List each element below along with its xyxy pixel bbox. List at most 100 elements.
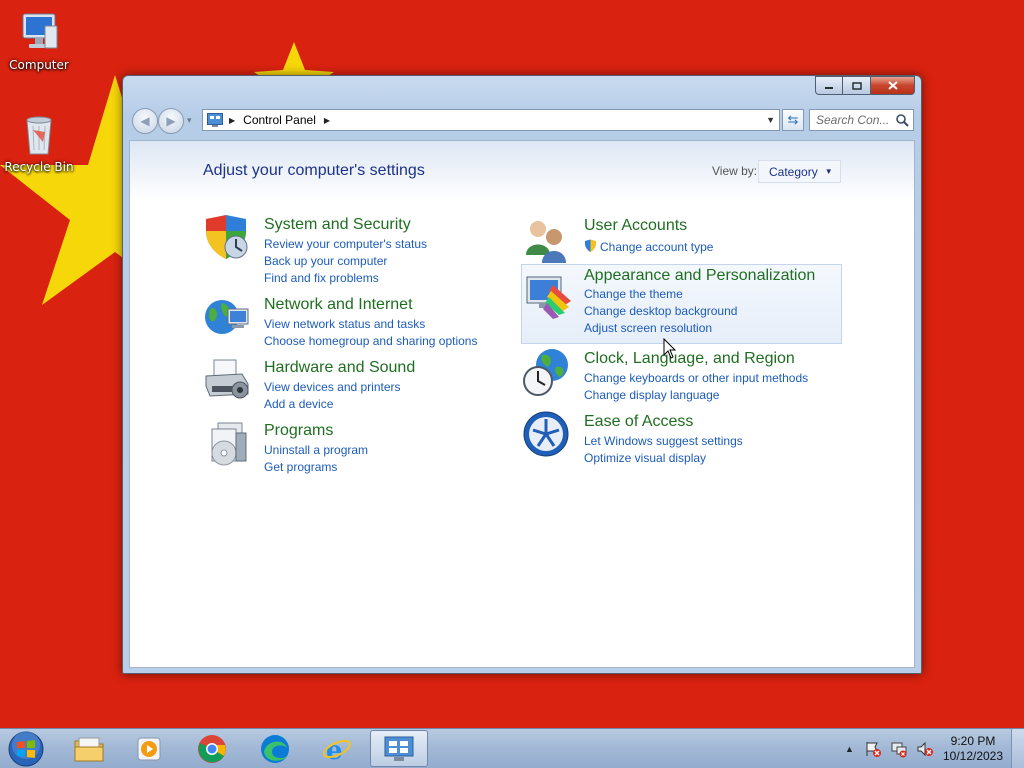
back-arrow-icon: ◀: [140, 114, 150, 128]
control-panel-window: ◀ ▶ ▾ ▶ Control Panel ▶ ▼ ⇆ Adjust your …: [122, 75, 922, 674]
shield-icon: [206, 215, 248, 259]
category-network-and-internet: Network and Internet View network status…: [202, 293, 502, 348]
view-by-value: Category: [769, 164, 818, 179]
minimize-button[interactable]: [815, 76, 843, 95]
search-input[interactable]: [816, 113, 898, 127]
category-link[interactable]: Choose homegroup and sharing options: [264, 334, 477, 348]
taskbar-chrome[interactable]: [183, 730, 241, 767]
network-globe-icon: [205, 300, 249, 334]
breadcrumb-control-panel[interactable]: Control Panel: [243, 113, 316, 127]
taskbar-control-panel[interactable]: [370, 730, 428, 767]
category-link[interactable]: Change desktop background: [584, 304, 737, 318]
mouse-cursor-icon: [663, 338, 677, 359]
taskbar-file-explorer[interactable]: [60, 730, 118, 767]
category-link[interactable]: Review your computer's status: [264, 237, 427, 251]
clock-globe-icon: [523, 349, 568, 396]
category-system-and-security: System and Security Review your computer…: [202, 213, 502, 285]
category-link[interactable]: Get programs: [264, 460, 337, 474]
category-title[interactable]: Clock, Language, and Region: [584, 350, 795, 368]
internet-explorer-icon: e: [323, 736, 351, 764]
desktop-icon-computer[interactable]: Computer: [1, 8, 77, 72]
recycle-bin-icon: [26, 116, 52, 155]
forward-button[interactable]: ▶: [158, 108, 184, 134]
control-panel-content: Adjust your computer's settings View by:…: [129, 140, 915, 668]
category-programs: Programs Uninstall a program Get program…: [202, 419, 502, 474]
category-link[interactable]: View devices and printers: [264, 380, 401, 394]
forward-arrow-icon: ▶: [166, 114, 176, 128]
desktop-icon-label: Recycle Bin: [4, 160, 74, 174]
taskbar-edge[interactable]: [246, 730, 304, 767]
taskbar-media-player[interactable]: [120, 730, 178, 767]
clock-date: 10/12/2023: [942, 749, 1004, 763]
category-link[interactable]: Add a device: [264, 397, 333, 411]
category-link[interactable]: Optimize visual display: [584, 451, 706, 465]
category-link[interactable]: Change keyboards or other input methods: [584, 371, 808, 385]
minimize-icon: [825, 86, 833, 89]
start-button[interactable]: [4, 730, 48, 768]
monitor-palette-icon: [526, 276, 571, 319]
category-user-accounts: User Accounts Change account type: [522, 215, 842, 263]
category-title[interactable]: Ease of Access: [584, 413, 693, 431]
action-center-flag-icon[interactable]: [864, 740, 882, 758]
show-hidden-icons-icon[interactable]: ▲: [845, 744, 854, 754]
view-by-label: View by:: [712, 164, 758, 178]
category-link[interactable]: Let Windows suggest settings: [584, 434, 743, 448]
address-dropdown-icon[interactable]: ▼: [766, 115, 775, 125]
edge-icon: [261, 734, 289, 763]
category-link[interactable]: Back up your computer: [264, 254, 387, 268]
programs-icon: [211, 422, 247, 466]
category-title[interactable]: System and Security: [264, 216, 411, 234]
desktop-icon-recycle-bin[interactable]: Recycle Bin: [1, 110, 77, 174]
navigation-bar: ◀ ▶ ▾ ▶ Control Panel ▶ ▼ ⇆: [130, 108, 916, 134]
maximize-icon: [851, 81, 862, 90]
control-panel-icon: [207, 113, 223, 127]
users-icon: [526, 221, 566, 263]
volume-muted-icon[interactable]: [916, 740, 934, 758]
recent-pages-dropdown[interactable]: ▾: [187, 115, 192, 126]
category-link[interactable]: Uninstall a program: [264, 443, 368, 457]
clock-time: 9:20 PM: [950, 734, 996, 748]
close-icon: [887, 81, 898, 90]
uac-shield-icon: [585, 239, 596, 252]
refresh-button[interactable]: ⇆: [782, 109, 804, 131]
category-link[interactable]: Adjust screen resolution: [584, 321, 712, 335]
category-link[interactable]: Change display language: [584, 388, 719, 402]
control-panel-icon: [384, 736, 414, 761]
breadcrumb-separator-icon: ▶: [229, 115, 236, 125]
show-desktop-button[interactable]: [1011, 729, 1024, 768]
breadcrumb-separator-icon[interactable]: ▶: [324, 116, 330, 125]
search-box[interactable]: [809, 109, 914, 131]
windows-start-icon: [8, 731, 44, 767]
system-tray: ▲: [845, 729, 942, 768]
network-icon[interactable]: [890, 740, 908, 758]
window-controls: [815, 76, 915, 95]
category-clock-language-region: Clock, Language, and Region Change keybo…: [522, 347, 842, 402]
back-button[interactable]: ◀: [132, 108, 158, 134]
category-title[interactable]: Network and Internet: [264, 296, 413, 314]
category-title[interactable]: Programs: [264, 422, 333, 440]
maximize-button[interactable]: [843, 76, 871, 95]
category-title[interactable]: Appearance and Personalization: [584, 267, 815, 285]
category-title[interactable]: Hardware and Sound: [264, 359, 415, 377]
taskbar-internet-explorer[interactable]: e: [308, 730, 366, 767]
category-link[interactable]: Change account type: [600, 240, 713, 254]
category-link[interactable]: Change the theme: [584, 287, 683, 301]
category-link[interactable]: View network status and tasks: [264, 317, 425, 331]
ease-of-access-icon: [523, 411, 569, 457]
taskbar-clock[interactable]: 9:20 PM 10/12/2023: [938, 734, 1008, 764]
category-ease-of-access: Ease of Access Let Windows suggest setti…: [522, 410, 842, 465]
search-icon[interactable]: [895, 113, 909, 127]
category-title[interactable]: User Accounts: [584, 217, 687, 235]
desktop-icon-label: Computer: [9, 58, 69, 72]
refresh-icon: ⇆: [787, 112, 799, 127]
file-explorer-icon: [74, 737, 104, 761]
close-button[interactable]: [871, 76, 915, 95]
computer-icon: [22, 13, 58, 49]
printer-icon: [205, 359, 249, 399]
media-player-icon: [137, 737, 161, 760]
dropdown-arrow-icon: ▼: [824, 167, 833, 176]
chrome-icon: [198, 734, 226, 763]
view-by-dropdown[interactable]: Category ▼: [758, 160, 841, 183]
category-link[interactable]: Find and fix problems: [264, 271, 379, 285]
address-bar[interactable]: ▶ Control Panel ▶ ▼: [202, 109, 780, 131]
